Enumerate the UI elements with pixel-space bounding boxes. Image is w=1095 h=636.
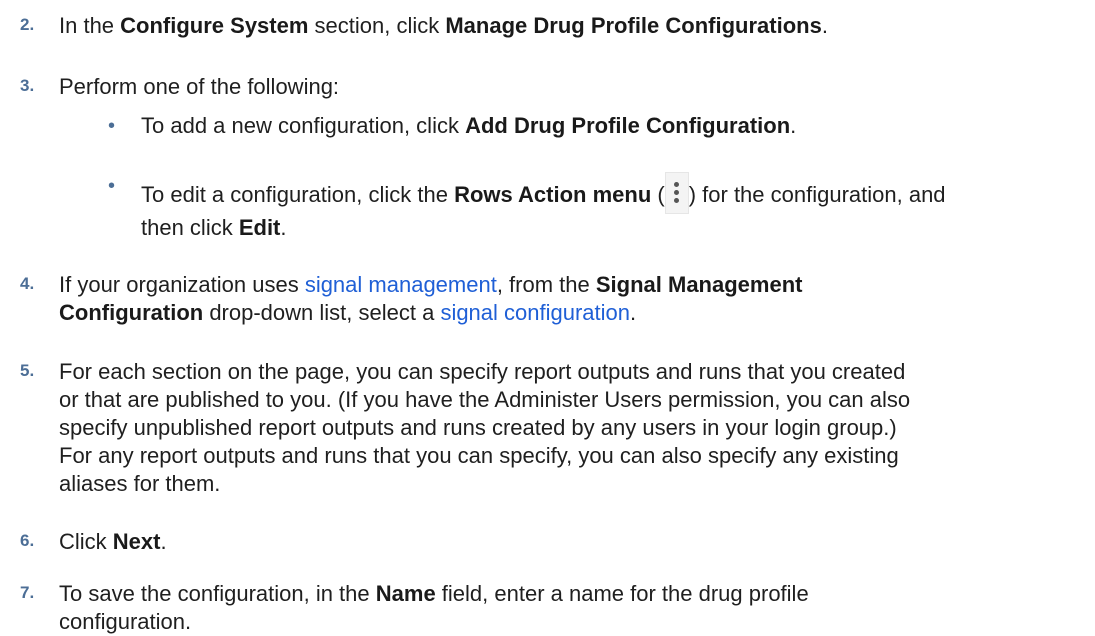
bullet-text: To add a new configuration, click Add Dr… <box>141 113 797 138</box>
step-text: If your organization uses signal managem… <box>59 272 803 325</box>
step-number: 4. <box>20 274 35 293</box>
step-text: Perform one of the following: <box>59 74 340 99</box>
documentation-page: 2. In the Configure System section, clic… <box>0 0 1095 634</box>
bullet-marker: • <box>108 115 116 137</box>
signal-configuration-link[interactable]: signal configuration <box>440 300 630 325</box>
step-number: 7. <box>20 583 35 602</box>
step-text: Click Next. <box>59 529 167 554</box>
step-number: 6. <box>20 531 35 550</box>
step-text: To save the configuration, in the Name f… <box>59 581 809 634</box>
kebab-menu-icon <box>664 172 689 214</box>
signal-management-link[interactable]: signal management <box>305 272 497 297</box>
bullet-marker: • <box>108 175 116 197</box>
step-text: For each section on the page, you can sp… <box>59 359 911 496</box>
step-number: 3. <box>20 76 35 95</box>
step-number: 2. <box>20 15 35 34</box>
step-text: In the Configure System section, click M… <box>59 13 828 38</box>
bullet-text: To edit a configuration, click the Rows … <box>141 172 1081 242</box>
step-number: 5. <box>20 361 35 380</box>
